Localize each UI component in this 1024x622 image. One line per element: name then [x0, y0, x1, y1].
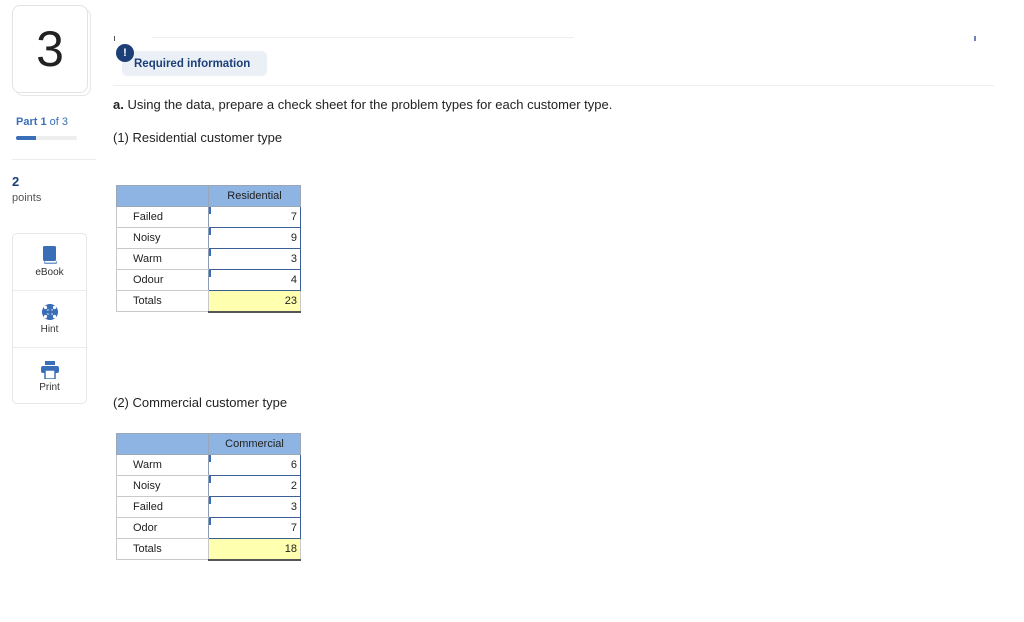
cell-marker-icon — [209, 455, 211, 462]
row-label: Warm — [116, 248, 209, 270]
question-text: a. Using the data, prepare a check sheet… — [113, 97, 612, 112]
tools-panel: eBook Hint Print — [12, 233, 87, 404]
part-indicator: Part 1 of 3 — [16, 116, 68, 128]
sidebar-divider — [12, 159, 96, 160]
totals-label: Totals — [116, 538, 209, 560]
cell-marker-icon — [209, 249, 211, 256]
cell-marker-icon — [209, 497, 211, 504]
residential-title: (1) Residential customer type — [113, 130, 283, 145]
table-row: Failed 3 — [116, 496, 301, 518]
cell-value: 4 — [290, 274, 297, 286]
commercial-title: (2) Commercial customer type — [113, 395, 288, 410]
scroll-marker-right — [974, 36, 976, 41]
cell-marker-icon — [209, 207, 211, 214]
table-row: Noisy 9 — [116, 227, 301, 249]
table-row: Odour 4 — [116, 269, 301, 291]
required-information-badge: Required information — [122, 51, 267, 76]
row-label: Failed — [116, 496, 209, 518]
totals-row: Totals 18 — [116, 538, 301, 561]
row-label: Warm — [116, 454, 209, 476]
cell-value: 3 — [290, 253, 297, 265]
value-input[interactable]: 3 — [208, 248, 301, 270]
row-label: Odour — [116, 269, 209, 291]
header-blank-cell — [116, 433, 209, 455]
cell-marker-icon — [209, 270, 211, 277]
value-input[interactable]: 6 — [208, 454, 301, 476]
residential-column-header: Residential — [208, 185, 301, 207]
value-input[interactable]: 9 — [208, 227, 301, 249]
row-label: Odor — [116, 517, 209, 539]
header-blank-cell — [116, 185, 209, 207]
cell-marker-icon — [209, 476, 211, 483]
required-information-label: Required information — [134, 57, 251, 70]
table-row: Odor 7 — [116, 517, 301, 539]
commercial-check-sheet: Commercial Warm 6 Noisy 2 Failed 3 Odor … — [116, 433, 301, 561]
table-row: Failed 7 — [116, 206, 301, 228]
cell-value: 9 — [290, 232, 297, 244]
print-label: Print — [39, 381, 60, 393]
alert-icon: ! — [116, 44, 134, 62]
totals-row: Totals 23 — [116, 290, 301, 313]
value-input[interactable]: 3 — [208, 496, 301, 518]
part-progress-bar — [16, 136, 77, 140]
hint-label: Hint — [40, 324, 59, 335]
top-divider — [152, 37, 574, 38]
scroll-marker-left — [114, 36, 115, 41]
table-row: Warm 6 — [116, 454, 301, 476]
cell-value: 3 — [290, 501, 297, 513]
value-input[interactable]: 2 — [208, 475, 301, 497]
cell-value: 7 — [290, 522, 297, 534]
residential-check-sheet: Residential Failed 7 Noisy 9 Warm 3 Odou… — [116, 185, 301, 313]
points-label: points — [12, 192, 42, 204]
value-input[interactable]: 7 — [208, 206, 301, 228]
book-icon — [42, 246, 57, 264]
cell-marker-icon — [209, 228, 211, 235]
table-row: Warm 3 — [116, 248, 301, 270]
question-body: Using the data, prepare a check sheet fo… — [123, 97, 613, 112]
part-of: of 3 — [49, 116, 69, 128]
totals-value: 23 — [208, 290, 301, 313]
ebook-button[interactable]: eBook — [13, 234, 86, 291]
question-number: 3 — [36, 21, 64, 77]
lifebuoy-icon — [41, 304, 58, 320]
cell-value: 2 — [290, 480, 297, 492]
cell-value: 6 — [290, 459, 297, 471]
commercial-column-header: Commercial — [208, 433, 301, 455]
row-label: Noisy — [116, 227, 209, 249]
value-input[interactable]: 4 — [208, 269, 301, 291]
part-progress-fill — [16, 136, 37, 140]
cell-marker-icon — [209, 518, 211, 525]
totals-value: 18 — [208, 538, 301, 561]
ebook-label: eBook — [35, 267, 64, 278]
row-label: Failed — [116, 206, 209, 228]
table-row: Noisy 2 — [116, 475, 301, 497]
totals-label: Totals — [116, 290, 209, 312]
printer-icon — [40, 360, 59, 379]
hint-button[interactable]: Hint — [13, 291, 86, 348]
header-divider — [113, 85, 994, 86]
cell-value: 7 — [290, 211, 297, 223]
points-value: 2 — [12, 174, 20, 189]
question-number-card: 3 — [12, 5, 88, 93]
print-button[interactable]: Print — [13, 348, 86, 405]
row-label: Noisy — [116, 475, 209, 497]
part-prefix: Part — [16, 116, 38, 128]
part-current: 1 — [40, 116, 47, 128]
value-input[interactable]: 7 — [208, 517, 301, 539]
question-prefix: a. — [113, 97, 124, 112]
